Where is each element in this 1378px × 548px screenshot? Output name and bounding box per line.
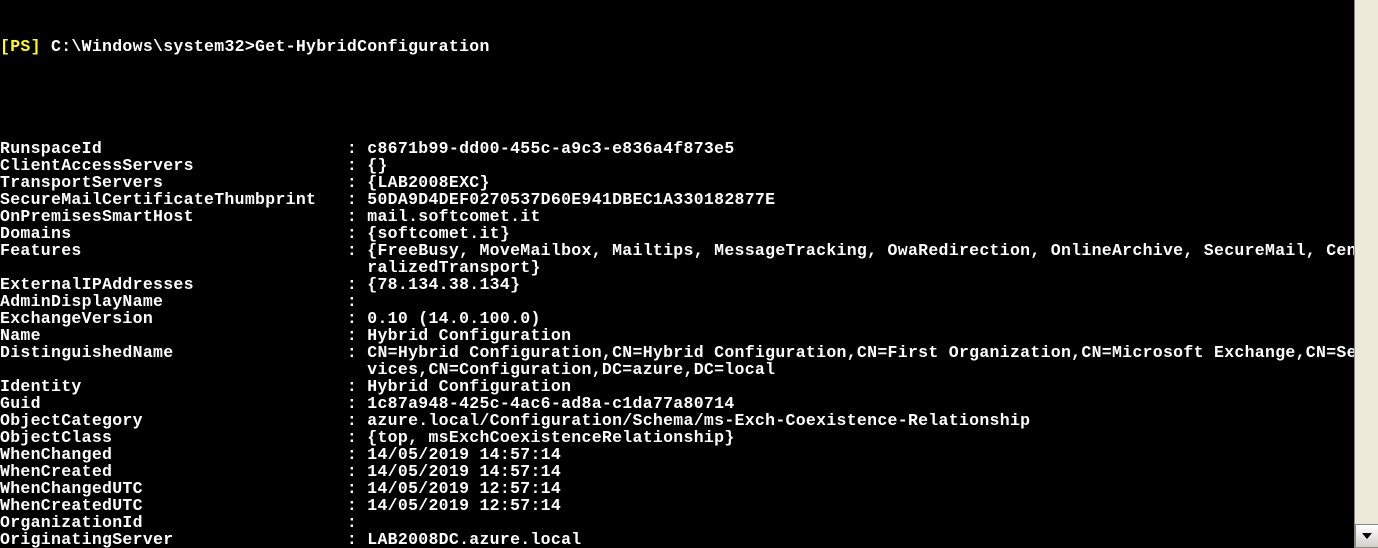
property-line: AdminDisplayName : <box>0 293 1354 310</box>
property-line: OnPremisesSmartHost : mail.softcomet.it <box>0 208 1354 225</box>
property-line: WhenCreatedUTC : 14/05/2019 12:57:14 <box>0 497 1354 514</box>
property-line: ClientAccessServers : {} <box>0 157 1354 174</box>
blank-line <box>0 72 1354 89</box>
property-line: WhenChanged : 14/05/2019 14:57:14 <box>0 446 1354 463</box>
property-line: WhenCreated : 14/05/2019 14:57:14 <box>0 463 1354 480</box>
property-line: ExternalIPAddresses : {78.134.38.134} <box>0 276 1354 293</box>
property-line: ExchangeVersion : 0.10 (14.0.100.0) <box>0 310 1354 327</box>
chevron-down-icon <box>1362 533 1372 539</box>
property-line: ObjectClass : {top, msExchCoexistenceRel… <box>0 429 1354 446</box>
property-line: WhenChangedUTC : 14/05/2019 12:57:14 <box>0 480 1354 497</box>
property-line: Name : Hybrid Configuration <box>0 327 1354 344</box>
property-line: OrganizationId : <box>0 514 1354 531</box>
property-line: Guid : 1c87a948-425c-4ac6-ad8a-c1da77a80… <box>0 395 1354 412</box>
partial-line <box>0 17 1354 21</box>
property-line: Identity : Hybrid Configuration <box>0 378 1354 395</box>
scrollbar-down-button[interactable] <box>1355 524 1378 548</box>
scrollbar-track[interactable] <box>1355 0 1378 524</box>
property-line: SecureMailCertificateThumbprint : 50DA9D… <box>0 191 1354 208</box>
property-line: ObjectCategory : azure.local/Configurati… <box>0 412 1354 429</box>
properties-list: RunspaceId : c8671b99-dd00-455c-a9c3-e83… <box>0 140 1354 548</box>
command-line: [PS] C:\Windows\system32>Get-HybridConfi… <box>0 38 1354 55</box>
property-line: vices,CN=Configuration,DC=azure,DC=local <box>0 361 1354 378</box>
property-line: RunspaceId : c8671b99-dd00-455c-a9c3-e83… <box>0 140 1354 157</box>
property-line: OriginatingServer : LAB2008DC.azure.loca… <box>0 531 1354 548</box>
property-line: DistinguishedName : CN=Hybrid Configurat… <box>0 344 1354 361</box>
vertical-scrollbar[interactable] <box>1354 0 1378 548</box>
terminal-output[interactable]: [PS] C:\Windows\system32>Get-HybridConfi… <box>0 0 1354 548</box>
prompt-path: C:\Windows\system32> <box>41 37 255 56</box>
property-line: ralizedTransport} <box>0 259 1354 276</box>
property-line: TransportServers : {LAB2008EXC} <box>0 174 1354 191</box>
property-line: Domains : {softcomet.it} <box>0 225 1354 242</box>
ps-prefix: [PS] <box>0 37 41 56</box>
property-line: Features : {FreeBusy, MoveMailbox, Mailt… <box>0 242 1354 259</box>
blank-line <box>0 106 1354 123</box>
command-text: Get-HybridConfiguration <box>255 37 490 56</box>
